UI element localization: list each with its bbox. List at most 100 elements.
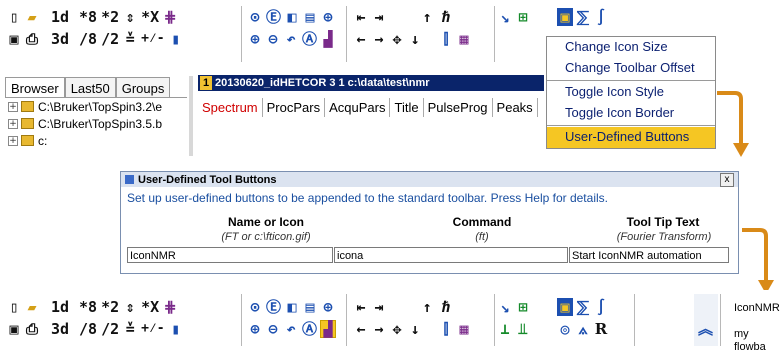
- diagonal-arrow-icon[interactable]: ↘: [497, 298, 513, 316]
- zoom-fit-icon[interactable]: ⊙: [247, 8, 263, 26]
- expand-icon[interactable]: +: [8, 101, 18, 112]
- zoom-axis-icon[interactable]: ⊕: [320, 8, 336, 26]
- command-field[interactable]: icona: [334, 247, 568, 263]
- tab-groups[interactable]: Groups: [115, 77, 171, 98]
- open-folder-icon[interactable]: ▰: [24, 298, 40, 316]
- open-folder-icon[interactable]: ▰: [24, 8, 40, 26]
- plus-minus-icon[interactable]: +⁄-: [140, 320, 165, 338]
- peaks-icon[interactable]: ⫿: [438, 320, 454, 338]
- contour-icon[interactable]: ⊞: [515, 298, 531, 316]
- tab-acqupars[interactable]: AcquPars: [325, 98, 391, 117]
- compress-icon[interactable]: ≚: [122, 320, 138, 338]
- move-left-end-icon[interactable]: ⇤: [353, 8, 369, 26]
- save-blue-icon[interactable]: ▮: [168, 30, 184, 48]
- tab-procpars[interactable]: ProcPars: [263, 98, 326, 117]
- sigma-icon[interactable]: ⅀: [575, 8, 591, 26]
- divide-8-button[interactable]: /8: [78, 320, 98, 338]
- down-arrow-icon[interactable]: ↓: [407, 30, 423, 48]
- 1d-button[interactable]: 1d: [50, 8, 70, 26]
- up-down-arrows-icon[interactable]: ⇕: [122, 8, 138, 26]
- menu-item-user-defined-buttons[interactable]: User-Defined Buttons: [547, 127, 715, 148]
- grid-display-icon[interactable]: ▦: [456, 30, 472, 48]
- zoom-in-icon[interactable]: ⊕: [247, 30, 263, 48]
- 3d-button[interactable]: 3d: [50, 320, 70, 338]
- save-icon[interactable]: ▣: [6, 320, 22, 338]
- compress-icon[interactable]: ≚: [122, 30, 138, 48]
- divide-2-button[interactable]: /2: [100, 30, 120, 48]
- multiply-2-button[interactable]: *2: [100, 8, 120, 26]
- 3d-button[interactable]: 3d: [50, 30, 70, 48]
- zoom-e-icon[interactable]: Ⓔ: [265, 298, 282, 316]
- zoom-a-icon[interactable]: Ⓐ: [301, 320, 318, 338]
- print-icon[interactable]: ⎙: [24, 320, 40, 338]
- list-item[interactable]: + c:: [5, 132, 187, 149]
- tab-last50[interactable]: Last50: [64, 77, 116, 98]
- multiply-x-button[interactable]: *X: [140, 298, 160, 316]
- double-chevron-up-icon[interactable]: ︽: [697, 320, 714, 338]
- plus-minus-icon[interactable]: +⁄-: [140, 30, 165, 48]
- hp-icon[interactable]: ℏ: [438, 8, 454, 26]
- projection-icon[interactable]: ⫫: [515, 320, 531, 338]
- multiply-8-button[interactable]: *8: [78, 8, 98, 26]
- up-arrow-icon[interactable]: ↑: [419, 298, 435, 316]
- move-all-icon[interactable]: ✥: [389, 30, 405, 48]
- tab-peaks[interactable]: Peaks: [493, 98, 538, 117]
- 1d-button[interactable]: 1d: [50, 298, 70, 316]
- tab-browser[interactable]: Browser: [5, 77, 65, 98]
- zoom-out-icon[interactable]: ⊖: [265, 320, 281, 338]
- menu-item-toggle-icon-style[interactable]: Toggle Icon Style: [547, 82, 715, 103]
- menu-item-change-toolbar-offset[interactable]: Change Toolbar Offset: [547, 58, 715, 79]
- move-right-end-icon[interactable]: ⇥: [371, 8, 387, 26]
- grid-icon[interactable]: ⋕: [162, 298, 178, 316]
- list-item[interactable]: + C:\Bruker\TopSpin3.2\e: [5, 98, 187, 115]
- tab-pulseprog[interactable]: PulseProg: [424, 98, 493, 117]
- vertical-fit-icon[interactable]: ▤: [302, 298, 318, 316]
- divide-8-button[interactable]: /8: [78, 30, 98, 48]
- new-file-icon[interactable]: ▯: [6, 8, 22, 26]
- save-icon[interactable]: ▣: [6, 30, 22, 48]
- expand-icon[interactable]: ◧: [284, 298, 300, 316]
- color-box-icon[interactable]: ▣: [557, 298, 573, 316]
- multiply-8-button[interactable]: *8: [78, 298, 98, 316]
- zoom-out-icon[interactable]: ⊖: [265, 30, 281, 48]
- print-icon[interactable]: ⎙: [24, 30, 40, 48]
- grid-display-icon[interactable]: ▦: [456, 320, 472, 338]
- multiply-2-button[interactable]: *2: [100, 298, 120, 316]
- close-button[interactable]: x: [720, 173, 734, 187]
- tooltip-text-field[interactable]: Start IconNMR automation: [569, 247, 729, 263]
- cross-peaks-icon[interactable]: ⊥: [497, 320, 513, 338]
- bar-chart-icon[interactable]: ▟: [320, 30, 336, 48]
- expand-icon[interactable]: +: [8, 118, 18, 129]
- expand-icon[interactable]: ◧: [284, 8, 300, 26]
- bar-chart-icon[interactable]: ▟: [320, 320, 337, 338]
- up-down-arrows-icon[interactable]: ⇕: [122, 298, 138, 316]
- tab-spectrum[interactable]: Spectrum: [198, 98, 263, 117]
- vertical-fit-icon[interactable]: ▤: [302, 8, 318, 26]
- move-right-end-icon[interactable]: ⇥: [371, 298, 387, 316]
- tab-title[interactable]: Title: [390, 98, 424, 117]
- undo-zoom-icon[interactable]: ↶: [283, 30, 299, 48]
- contour-icon[interactable]: ⊞: [515, 8, 531, 26]
- icon-name-field[interactable]: IconNMR: [127, 247, 333, 263]
- move-left-end-icon[interactable]: ⇤: [353, 298, 369, 316]
- divide-2-button[interactable]: /2: [100, 320, 120, 338]
- undo-zoom-icon[interactable]: ↶: [283, 320, 299, 338]
- zoom-in-icon[interactable]: ⊕: [247, 320, 263, 338]
- down-arrow-icon[interactable]: ↓: [407, 320, 423, 338]
- toolbar-toggle[interactable]: ︽: [694, 294, 718, 346]
- up-arrow-icon[interactable]: ↑: [419, 8, 435, 26]
- list-item[interactable]: + C:\Bruker\TopSpin3.5.b: [5, 115, 187, 132]
- zoom-fit-icon[interactable]: ⊙: [247, 298, 263, 316]
- user-defined-button-flowbar[interactable]: my flowba: [734, 328, 782, 354]
- hp-icon[interactable]: ℏ: [438, 298, 454, 316]
- new-file-icon[interactable]: ▯: [6, 298, 22, 316]
- integral-icon[interactable]: ∫: [593, 8, 609, 26]
- user-defined-button-iconnmr[interactable]: IconNMR: [734, 302, 780, 315]
- grid-icon[interactable]: ⋕: [162, 8, 178, 26]
- move-all-icon[interactable]: ✥: [389, 320, 405, 338]
- left-arrow-icon[interactable]: ←: [353, 30, 369, 48]
- r-icon[interactable]: R: [593, 320, 609, 338]
- right-arrow-icon[interactable]: →: [371, 320, 387, 338]
- right-arrow-icon[interactable]: →: [371, 30, 387, 48]
- diagonal-arrow-icon[interactable]: ↘: [497, 8, 513, 26]
